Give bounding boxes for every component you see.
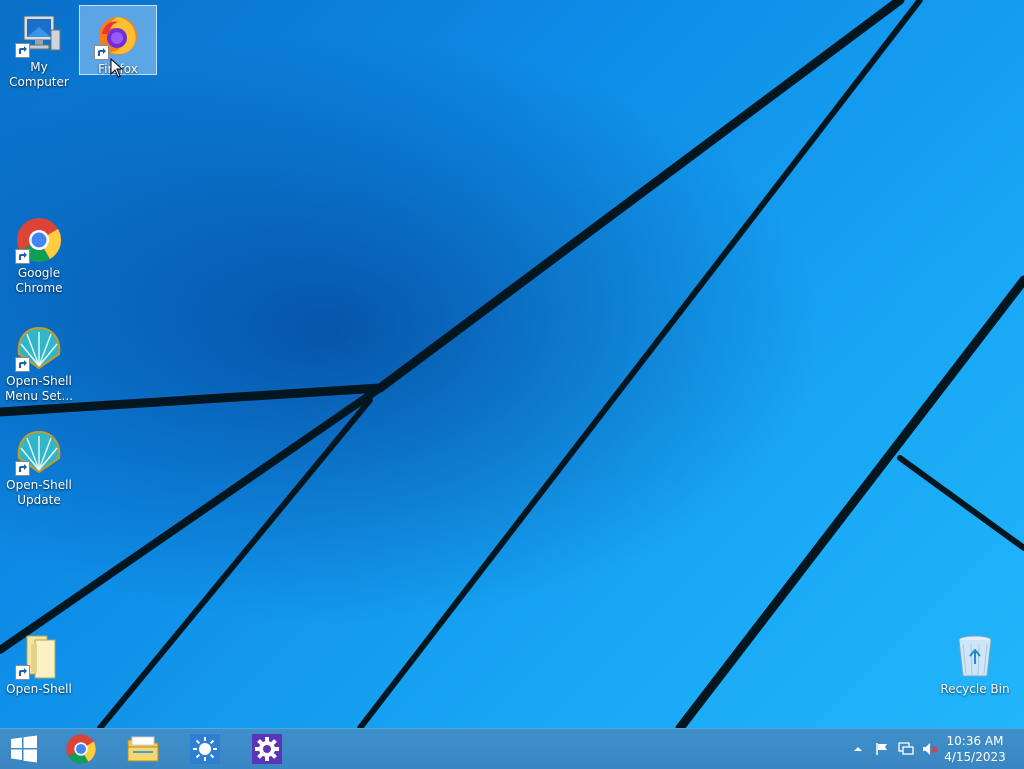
open-shell-icon [15, 324, 63, 372]
desktop-icon-label: My Computer [9, 60, 69, 89]
settings-gear-icon [252, 734, 282, 764]
clock-time: 10:36 AM [946, 734, 1004, 748]
show-hidden-icons-button[interactable] [850, 741, 866, 757]
flag-icon [876, 743, 887, 755]
taskbar-chrome-button[interactable] [50, 729, 112, 769]
clock-date: 4/15/2023 [944, 750, 1006, 764]
firefox-icon [94, 12, 142, 60]
desktop-icon-my-computer[interactable]: My Computer [1, 4, 77, 90]
taskbar: 10:36 AM 4/15/2023 [0, 728, 1024, 769]
shortcut-arrow-icon [15, 249, 30, 264]
taskbar-clock[interactable]: 10:36 AM 4/15/2023 [944, 733, 1006, 765]
desktop-icon-open-shell-update[interactable]: Open-Shell Update [1, 422, 77, 508]
folder-icon [15, 632, 63, 680]
windows-logo-icon [11, 735, 37, 763]
network-icon [898, 742, 914, 755]
network-button[interactable] [898, 741, 914, 757]
desktop-icon-label: Open-Shell [6, 682, 72, 696]
action-center-button[interactable] [874, 741, 890, 757]
shortcut-arrow-icon [15, 43, 30, 58]
shortcut-arrow-icon [15, 665, 30, 680]
chrome-icon [66, 734, 96, 764]
desktop-icon-recycle-bin[interactable]: Recycle Bin [937, 626, 1013, 697]
chevron-up-icon [854, 747, 862, 751]
chrome-icon [15, 216, 63, 264]
volume-muted-icon [923, 743, 938, 755]
computer-icon [15, 10, 63, 58]
mouse-cursor-icon [110, 58, 124, 78]
shortcut-arrow-icon [15, 461, 30, 476]
shortcut-arrow-icon [94, 45, 109, 60]
desktop-icon-label: Open-Shell Update [6, 478, 72, 507]
desktop-icon-label: Open-Shell Menu Set... [5, 374, 73, 403]
desktop-icon-open-shell-menu-settings[interactable]: Open-Shell Menu Set... [1, 318, 77, 404]
desktop[interactable]: My Computer Firefox [0, 0, 1024, 728]
open-shell-icon [15, 428, 63, 476]
taskbar-file-explorer-button[interactable] [112, 729, 174, 769]
volume-button[interactable] [922, 741, 938, 757]
desktop-icon-label: Google Chrome [15, 266, 63, 295]
desktop-icon-label: Recycle Bin [940, 682, 1010, 696]
desktop-icon-google-chrome[interactable]: Google Chrome [1, 210, 77, 296]
desktop-icon-open-shell-folder[interactable]: Open-Shell [1, 626, 77, 697]
shortcut-arrow-icon [15, 357, 30, 372]
start-button[interactable] [0, 729, 48, 769]
brightness-app-icon [190, 734, 220, 764]
file-explorer-icon [127, 736, 159, 762]
taskbar-settings-button[interactable] [236, 729, 298, 769]
taskbar-brightness-app-button[interactable] [174, 729, 236, 769]
recycle-bin-icon [951, 632, 999, 680]
wallpaper-lines [0, 0, 1024, 728]
